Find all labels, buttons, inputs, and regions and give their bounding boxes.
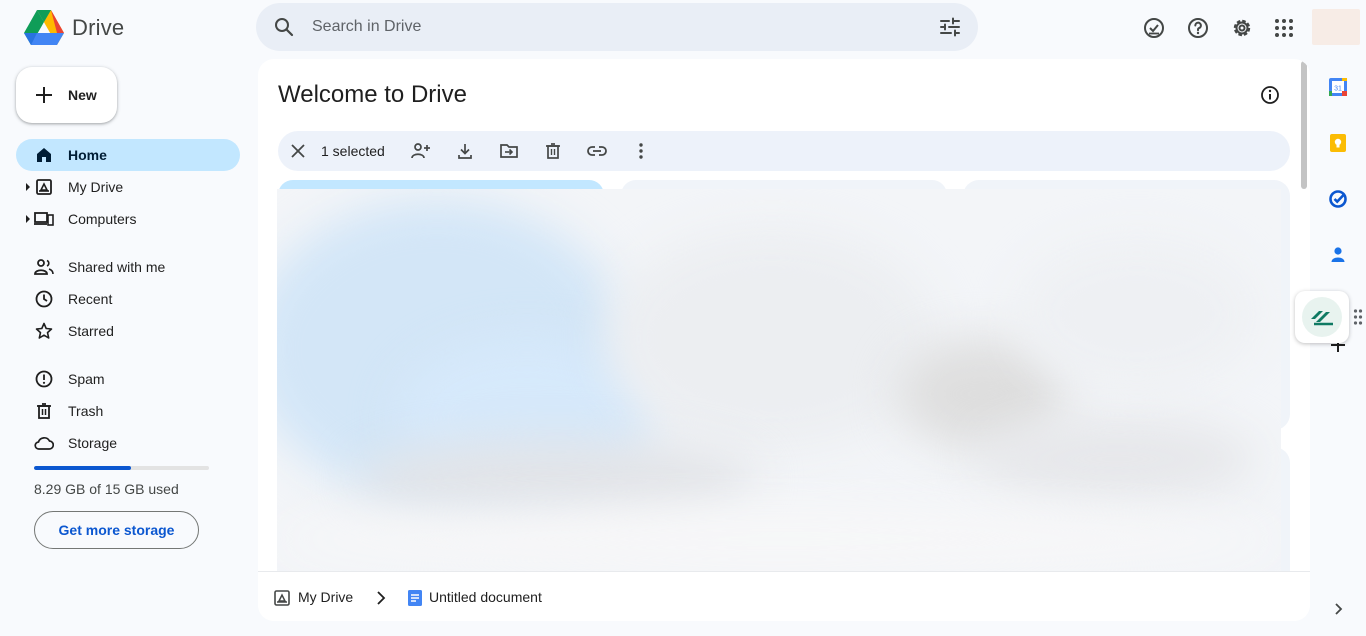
computers-icon (34, 209, 54, 229)
cloud-icon (34, 433, 54, 453)
search-icon[interactable] (272, 15, 296, 39)
sidebar-item-home[interactable]: Home (16, 139, 240, 171)
sidebar-item-label: Trash (68, 403, 104, 419)
breadcrumb-my-drive[interactable]: My Drive (298, 589, 353, 605)
expand-caret-icon[interactable] (24, 215, 32, 223)
storage-usage-text: 8.29 GB of 15 GB used (34, 481, 179, 497)
clock-icon (34, 289, 54, 309)
tasks-button[interactable] (1326, 187, 1350, 211)
settings-icon (1233, 19, 1251, 37)
sidebar-item-recent[interactable]: Recent (16, 283, 240, 315)
google-drive-logo-icon (24, 10, 64, 45)
sidebar-item-label: Storage (68, 435, 118, 451)
storage-usage-fill (34, 466, 131, 470)
my-drive-icon (274, 590, 290, 606)
svg-text:31: 31 (1334, 86, 1342, 93)
tasks-icon (1329, 190, 1347, 208)
download-icon (458, 144, 472, 159)
trash-icon (546, 143, 560, 159)
sidebar-item-storage[interactable]: Storage (16, 427, 240, 459)
sidebar-item-starred[interactable]: Starred (16, 315, 240, 347)
sidebar-item-label: Recent (68, 291, 113, 307)
chevron-right-icon (1335, 603, 1343, 615)
help-button[interactable] (1178, 8, 1218, 48)
google-apps-button[interactable] (1264, 8, 1304, 48)
extension-logo-icon (1302, 297, 1342, 337)
move-to-folder-icon (500, 144, 518, 158)
clear-selection-button[interactable] (286, 139, 310, 163)
new-button-label: New (68, 87, 97, 103)
ready-for-offline-icon (1144, 18, 1164, 38)
apps-grid-icon (1275, 19, 1293, 37)
delete-button[interactable] (541, 139, 565, 163)
sidebar-item-label: Spam (68, 371, 105, 387)
search-bar[interactable] (256, 3, 978, 51)
keep-icon (1330, 134, 1346, 152)
calendar-button[interactable]: 31 (1326, 75, 1350, 99)
search-input[interactable] (312, 13, 912, 41)
sidebar-item-trash[interactable]: Trash (16, 395, 240, 427)
close-icon (291, 144, 305, 158)
move-button[interactable] (497, 139, 521, 163)
contacts-button[interactable] (1326, 243, 1350, 267)
share-button[interactable] (409, 139, 433, 163)
account-avatar[interactable] (1312, 9, 1360, 45)
sidebar-item-shared-with-me[interactable]: Shared with me (16, 251, 240, 283)
sidebar-item-label: Home (68, 147, 107, 163)
spam-icon (34, 369, 54, 389)
home-icon (34, 145, 54, 165)
contacts-icon (1331, 247, 1345, 262)
storage-usage-bar (34, 466, 209, 470)
sidebar-item-label: My Drive (68, 179, 124, 195)
sidebar-item-label: Computers (68, 211, 137, 227)
shared-icon (34, 257, 54, 277)
plus-icon (36, 87, 52, 103)
more-actions-button[interactable] (629, 139, 653, 163)
more-vertical-icon (639, 143, 643, 159)
drive-logo[interactable]: Drive (24, 8, 124, 48)
share-icon (411, 143, 430, 159)
expand-caret-icon[interactable] (24, 183, 32, 191)
vertical-scrollbar[interactable] (1301, 61, 1307, 189)
trash-icon (34, 401, 54, 421)
sidebar-item-label: Starred (68, 323, 114, 339)
main-content: Welcome to Drive 1 selected My Drive Unt… (258, 59, 1310, 621)
details-button[interactable] (1256, 81, 1284, 109)
help-icon (1188, 18, 1208, 38)
settings-button[interactable] (1222, 8, 1262, 48)
chevron-right-icon (377, 591, 386, 605)
download-button[interactable] (453, 139, 477, 163)
ready-for-offline-button[interactable] (1134, 8, 1174, 48)
selection-count: 1 selected (321, 143, 385, 159)
copy-link-button[interactable] (585, 139, 609, 163)
drag-handle-icon[interactable] (1353, 308, 1363, 326)
sidebar-item-computers[interactable]: Computers (16, 203, 240, 235)
star-icon (34, 321, 54, 341)
breadcrumb: My Drive Untitled document (258, 571, 1310, 621)
info-icon (1261, 86, 1279, 104)
new-button[interactable]: New (16, 67, 117, 123)
docs-icon (408, 590, 422, 606)
calendar-icon: 31 (1329, 78, 1347, 96)
blurred-file-previews (277, 189, 1281, 583)
keep-button[interactable] (1326, 131, 1350, 155)
my-drive-icon (34, 177, 54, 197)
app-name: Drive (72, 15, 125, 40)
extension-widget[interactable] (1295, 291, 1349, 343)
page-title: Welcome to Drive (278, 81, 467, 108)
search-options-icon[interactable] (938, 15, 962, 39)
show-side-panel-button[interactable] (1326, 597, 1350, 621)
sidebar-item-label: Shared with me (68, 259, 166, 275)
breadcrumb-untitled-document[interactable]: Untitled document (429, 589, 542, 605)
get-more-storage-button[interactable]: Get more storage (34, 511, 199, 549)
sidebar-item-spam[interactable]: Spam (16, 363, 240, 395)
selection-toolbar: 1 selected (278, 131, 1290, 171)
link-icon (587, 146, 607, 156)
sidebar-item-my-drive[interactable]: My Drive (16, 171, 240, 203)
